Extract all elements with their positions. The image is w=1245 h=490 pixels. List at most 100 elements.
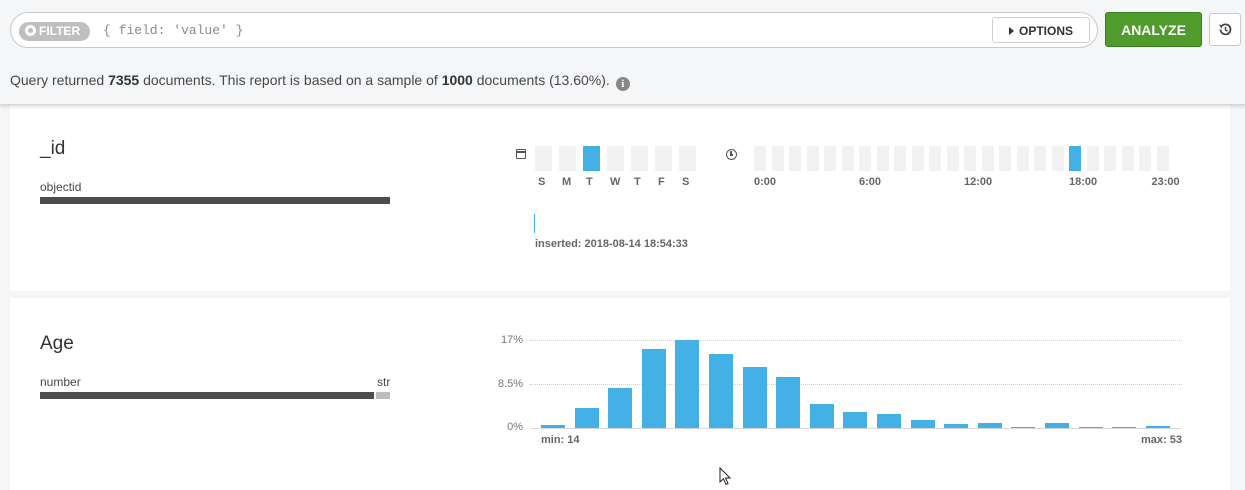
weekday-cell[interactable]: [535, 146, 552, 171]
histogram-bar[interactable]: [675, 340, 700, 428]
histogram-bar[interactable]: [910, 420, 935, 428]
options-button[interactable]: OPTIONS: [992, 17, 1090, 43]
summary-prefix: Query returned: [10, 72, 109, 88]
query-summary: Query returned 7355 documents. This repo…: [10, 72, 630, 91]
hour-cell[interactable]: [1051, 146, 1064, 171]
field-card-age: Age number str 17% 8.5% 0% min: 14 max: …: [10, 298, 1230, 490]
weekday-cell[interactable]: [679, 146, 696, 171]
histogram-bar[interactable]: [742, 366, 767, 428]
hour-cell[interactable]: [806, 146, 819, 171]
gridline: [530, 384, 1182, 385]
field-name: _id: [40, 138, 66, 159]
y-tick-label: 8.5%: [497, 378, 523, 390]
histogram-bar[interactable]: [776, 376, 801, 428]
histogram-bar[interactable]: [977, 423, 1002, 428]
hour-cell[interactable]: [824, 146, 836, 171]
caret-right-icon: [1008, 27, 1014, 35]
hour-label: 12:00: [964, 176, 993, 188]
hour-cell[interactable]: [1069, 146, 1081, 171]
inserted-marker[interactable]: [534, 214, 535, 233]
hour-label: 18:00: [1069, 176, 1098, 188]
analyze-button[interactable]: ANALYZE: [1105, 12, 1202, 47]
hour-cell[interactable]: [964, 146, 976, 171]
hour-cell[interactable]: [1139, 146, 1151, 171]
weekday-label: F: [658, 176, 665, 188]
histogram-bar[interactable]: [709, 353, 733, 428]
weekday-cell[interactable]: [583, 146, 600, 171]
hour-cell[interactable]: [1016, 146, 1029, 171]
options-label: OPTIONS: [1018, 24, 1073, 38]
reset-button[interactable]: [1209, 13, 1241, 46]
hour-cell[interactable]: [894, 146, 906, 171]
type-label-objectid: objectid: [40, 180, 82, 194]
filter-badge[interactable]: FILTER: [19, 22, 90, 41]
hour-label: 0:00: [754, 176, 777, 188]
weekday-label: S: [682, 176, 690, 188]
hour-cell[interactable]: [929, 146, 941, 171]
filter-input[interactable]: FILTER { field: 'value' } OPTIONS: [10, 12, 1098, 48]
info-icon[interactable]: i: [615, 77, 630, 91]
filter-placeholder[interactable]: { field: 'value' }: [103, 23, 243, 38]
histogram-bar[interactable]: [809, 404, 834, 428]
gridline: [530, 340, 1182, 341]
hour-cell[interactable]: [754, 146, 766, 171]
weekday-cell[interactable]: [607, 146, 624, 171]
hour-cell[interactable]: [789, 146, 801, 171]
max-label: max: 53: [1141, 434, 1182, 446]
hour-cell[interactable]: [1121, 146, 1134, 171]
histogram-bar[interactable]: [877, 414, 901, 428]
histogram-bar[interactable]: [1145, 425, 1170, 428]
hour-cell[interactable]: [1156, 146, 1169, 171]
x-axis: [530, 428, 1182, 429]
hour-cell[interactable]: [841, 146, 854, 171]
filter-badge-label: FILTER: [39, 24, 81, 38]
type-label-number: number: [40, 375, 81, 389]
hour-cell[interactable]: [999, 146, 1011, 171]
weekday-cell[interactable]: [631, 146, 648, 171]
y-tick-label: 17%: [500, 334, 523, 346]
histogram-bar[interactable]: [1011, 426, 1036, 428]
query-bar: FILTER { field: 'value' } OPTIONS ANALYZ…: [0, 0, 1245, 105]
inserted-timestamp: inserted: 2018-08-14 18:54:33: [535, 238, 688, 250]
summary-middle: documents. This report is based on a sam…: [139, 72, 442, 88]
histogram-bar[interactable]: [944, 423, 969, 428]
field-name: Age: [40, 333, 74, 354]
weekday-label: W: [610, 176, 621, 188]
hour-cell[interactable]: [1034, 146, 1046, 171]
hour-cell[interactable]: [859, 146, 871, 171]
histogram-bar[interactable]: [1112, 426, 1137, 428]
type-bar-str[interactable]: [376, 392, 390, 399]
min-label: min: 14: [541, 434, 580, 446]
summary-suffix: documents (13.60%).: [472, 72, 610, 88]
y-tick-label: 0%: [507, 421, 523, 433]
type-bar-number[interactable]: [40, 392, 374, 399]
field-card-id: _id objectid S M T W T F S 0:00 6:00 12:00 18:00 2…: [10, 104, 1230, 291]
hour-cell[interactable]: [771, 146, 784, 171]
histogram-bar[interactable]: [641, 348, 666, 428]
hour-cell[interactable]: [1086, 146, 1099, 171]
histogram-bar[interactable]: [574, 408, 599, 428]
hour-cell[interactable]: [911, 146, 924, 171]
histogram-bar[interactable]: [843, 411, 868, 428]
clock-icon: [726, 149, 737, 160]
weekday-label: S: [538, 176, 546, 188]
histogram-bar[interactable]: [1078, 426, 1103, 428]
histogram-bar[interactable]: [608, 387, 633, 428]
calendar-icon: [516, 149, 526, 159]
hour-cell[interactable]: [1104, 146, 1116, 171]
type-bar-objectid[interactable]: [40, 197, 390, 204]
histogram-bar[interactable]: [541, 425, 565, 428]
weekday-label: T: [586, 176, 593, 188]
mouse-cursor-icon: [719, 467, 732, 486]
sample-size: 1000: [441, 72, 473, 88]
hour-cell[interactable]: [876, 146, 889, 171]
histogram-bar[interactable]: [1045, 423, 1069, 428]
weekday-label: M: [562, 176, 572, 188]
weekday-cell[interactable]: [559, 146, 576, 171]
hour-cell[interactable]: [946, 146, 959, 171]
hour-cell[interactable]: [981, 146, 994, 171]
document-count: 7355: [108, 72, 140, 88]
history-icon: [1219, 23, 1232, 36]
type-label-str: str: [377, 375, 391, 389]
weekday-cell[interactable]: [655, 146, 672, 171]
